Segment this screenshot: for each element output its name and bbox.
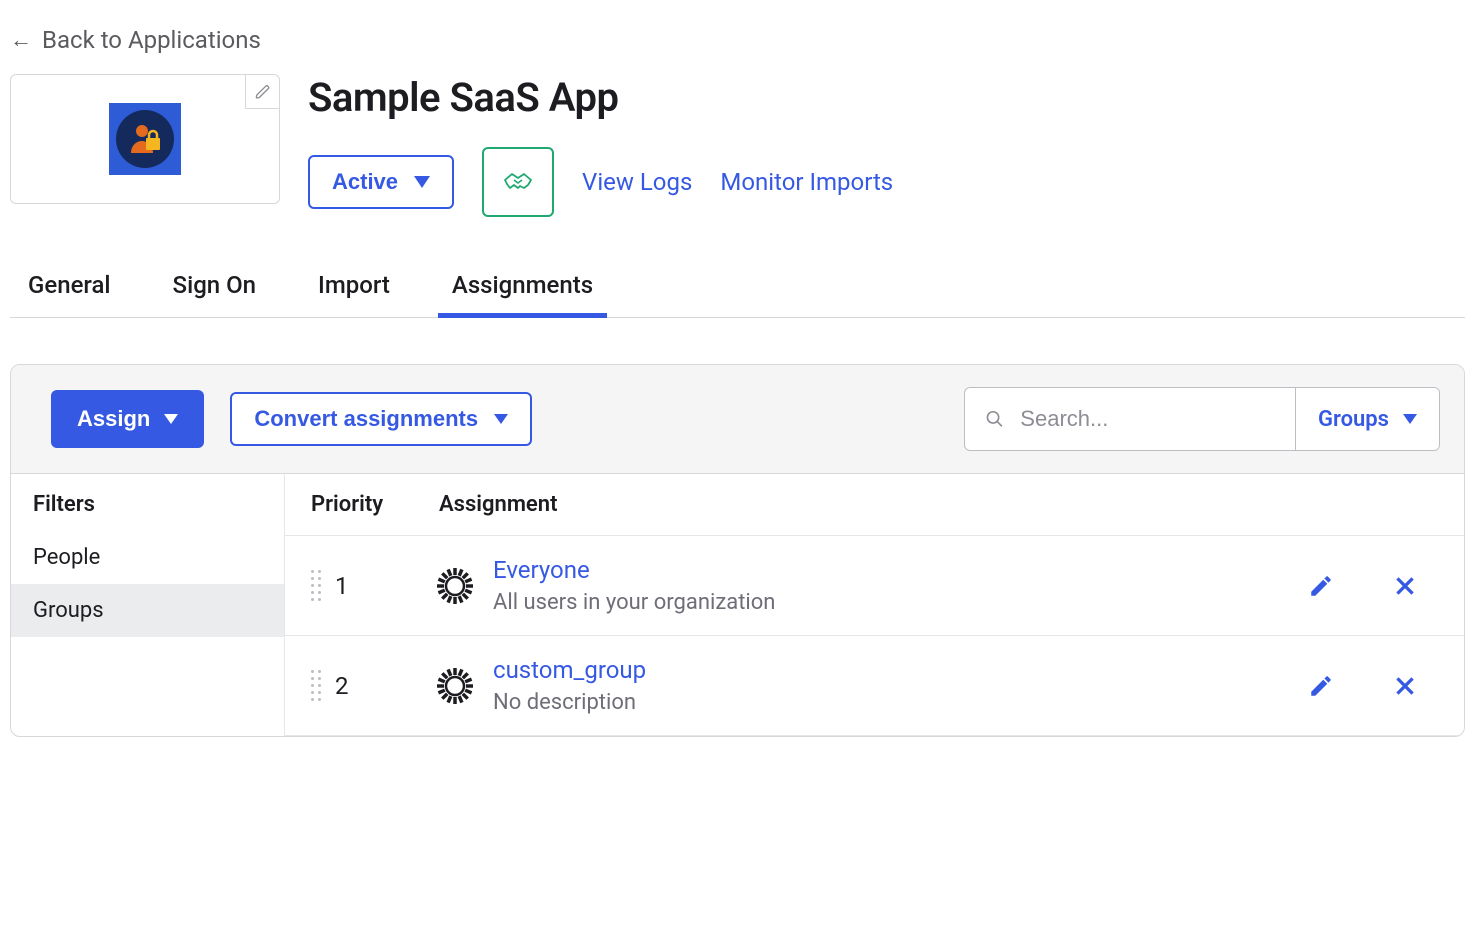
- back-to-applications-link[interactable]: ← Back to Applications: [10, 20, 261, 74]
- assignment-name-link[interactable]: Everyone: [493, 556, 1308, 584]
- chevron-down-icon: [164, 414, 178, 424]
- drag-handle[interactable]: [311, 570, 331, 601]
- assign-label: Assign: [77, 406, 150, 432]
- back-link-label: Back to Applications: [42, 26, 261, 54]
- assignment-name-link[interactable]: custom_group: [493, 656, 1308, 684]
- view-logs-link[interactable]: View Logs: [582, 168, 692, 196]
- assignments-table: Priority Assignment 1: [285, 474, 1464, 736]
- search-icon: [985, 408, 1004, 430]
- status-dropdown[interactable]: Active: [308, 155, 454, 209]
- close-icon: [1392, 573, 1418, 599]
- tab-general[interactable]: General: [28, 257, 111, 317]
- arrow-left-icon: ←: [10, 27, 32, 53]
- search-scope-dropdown[interactable]: Groups: [1295, 388, 1439, 450]
- tab-sign-on[interactable]: Sign On: [173, 257, 256, 317]
- search-box: Groups: [964, 387, 1440, 451]
- chevron-down-icon: [414, 176, 430, 188]
- table-row: 1: [285, 535, 1464, 635]
- close-icon: [1392, 673, 1418, 699]
- assignment-header: Assignment: [439, 492, 557, 517]
- filter-people[interactable]: People: [11, 531, 284, 584]
- edit-logo-button[interactable]: [245, 75, 279, 109]
- priority-header: Priority: [311, 492, 439, 517]
- pencil-icon: [255, 84, 271, 100]
- chevron-down-icon: [494, 414, 508, 424]
- assignment-description: All users in your organization: [493, 590, 1308, 615]
- remove-assignment-button[interactable]: [1392, 673, 1418, 699]
- table-row: 2: [285, 635, 1464, 735]
- edit-assignment-button[interactable]: [1308, 673, 1334, 699]
- app-logo-card: [10, 74, 280, 204]
- pencil-icon: [1308, 573, 1334, 599]
- monitor-imports-link[interactable]: Monitor Imports: [720, 168, 893, 196]
- edit-assignment-button[interactable]: [1308, 573, 1334, 599]
- pencil-icon: [1308, 673, 1334, 699]
- convert-label: Convert assignments: [254, 406, 478, 432]
- drag-handle[interactable]: [311, 670, 331, 701]
- app-logo: [109, 103, 181, 175]
- priority-value: 2: [331, 672, 435, 700]
- assign-dropdown[interactable]: Assign: [51, 390, 204, 448]
- handshake-button[interactable]: [482, 147, 554, 217]
- priority-value: 1: [331, 572, 435, 600]
- handshake-icon: [502, 170, 534, 194]
- assignments-panel: Assign Convert assignments Groups: [10, 364, 1465, 737]
- filters-sidebar: Filters People Groups: [11, 474, 285, 736]
- convert-assignments-dropdown[interactable]: Convert assignments: [230, 392, 532, 446]
- group-icon: [435, 566, 475, 606]
- group-icon: [435, 666, 475, 706]
- chevron-down-icon: [1403, 414, 1417, 424]
- assignment-description: No description: [493, 690, 1308, 715]
- filters-title: Filters: [11, 474, 284, 531]
- tab-assignments[interactable]: Assignments: [452, 257, 593, 317]
- filter-groups[interactable]: Groups: [11, 584, 284, 637]
- groups-scope-label: Groups: [1318, 407, 1389, 432]
- tab-import[interactable]: Import: [318, 257, 390, 317]
- status-label: Active: [332, 169, 398, 195]
- tab-bar: General Sign On Import Assignments: [10, 257, 1465, 318]
- remove-assignment-button[interactable]: [1392, 573, 1418, 599]
- search-input[interactable]: [1020, 406, 1275, 432]
- app-title: Sample SaaS App: [308, 74, 893, 121]
